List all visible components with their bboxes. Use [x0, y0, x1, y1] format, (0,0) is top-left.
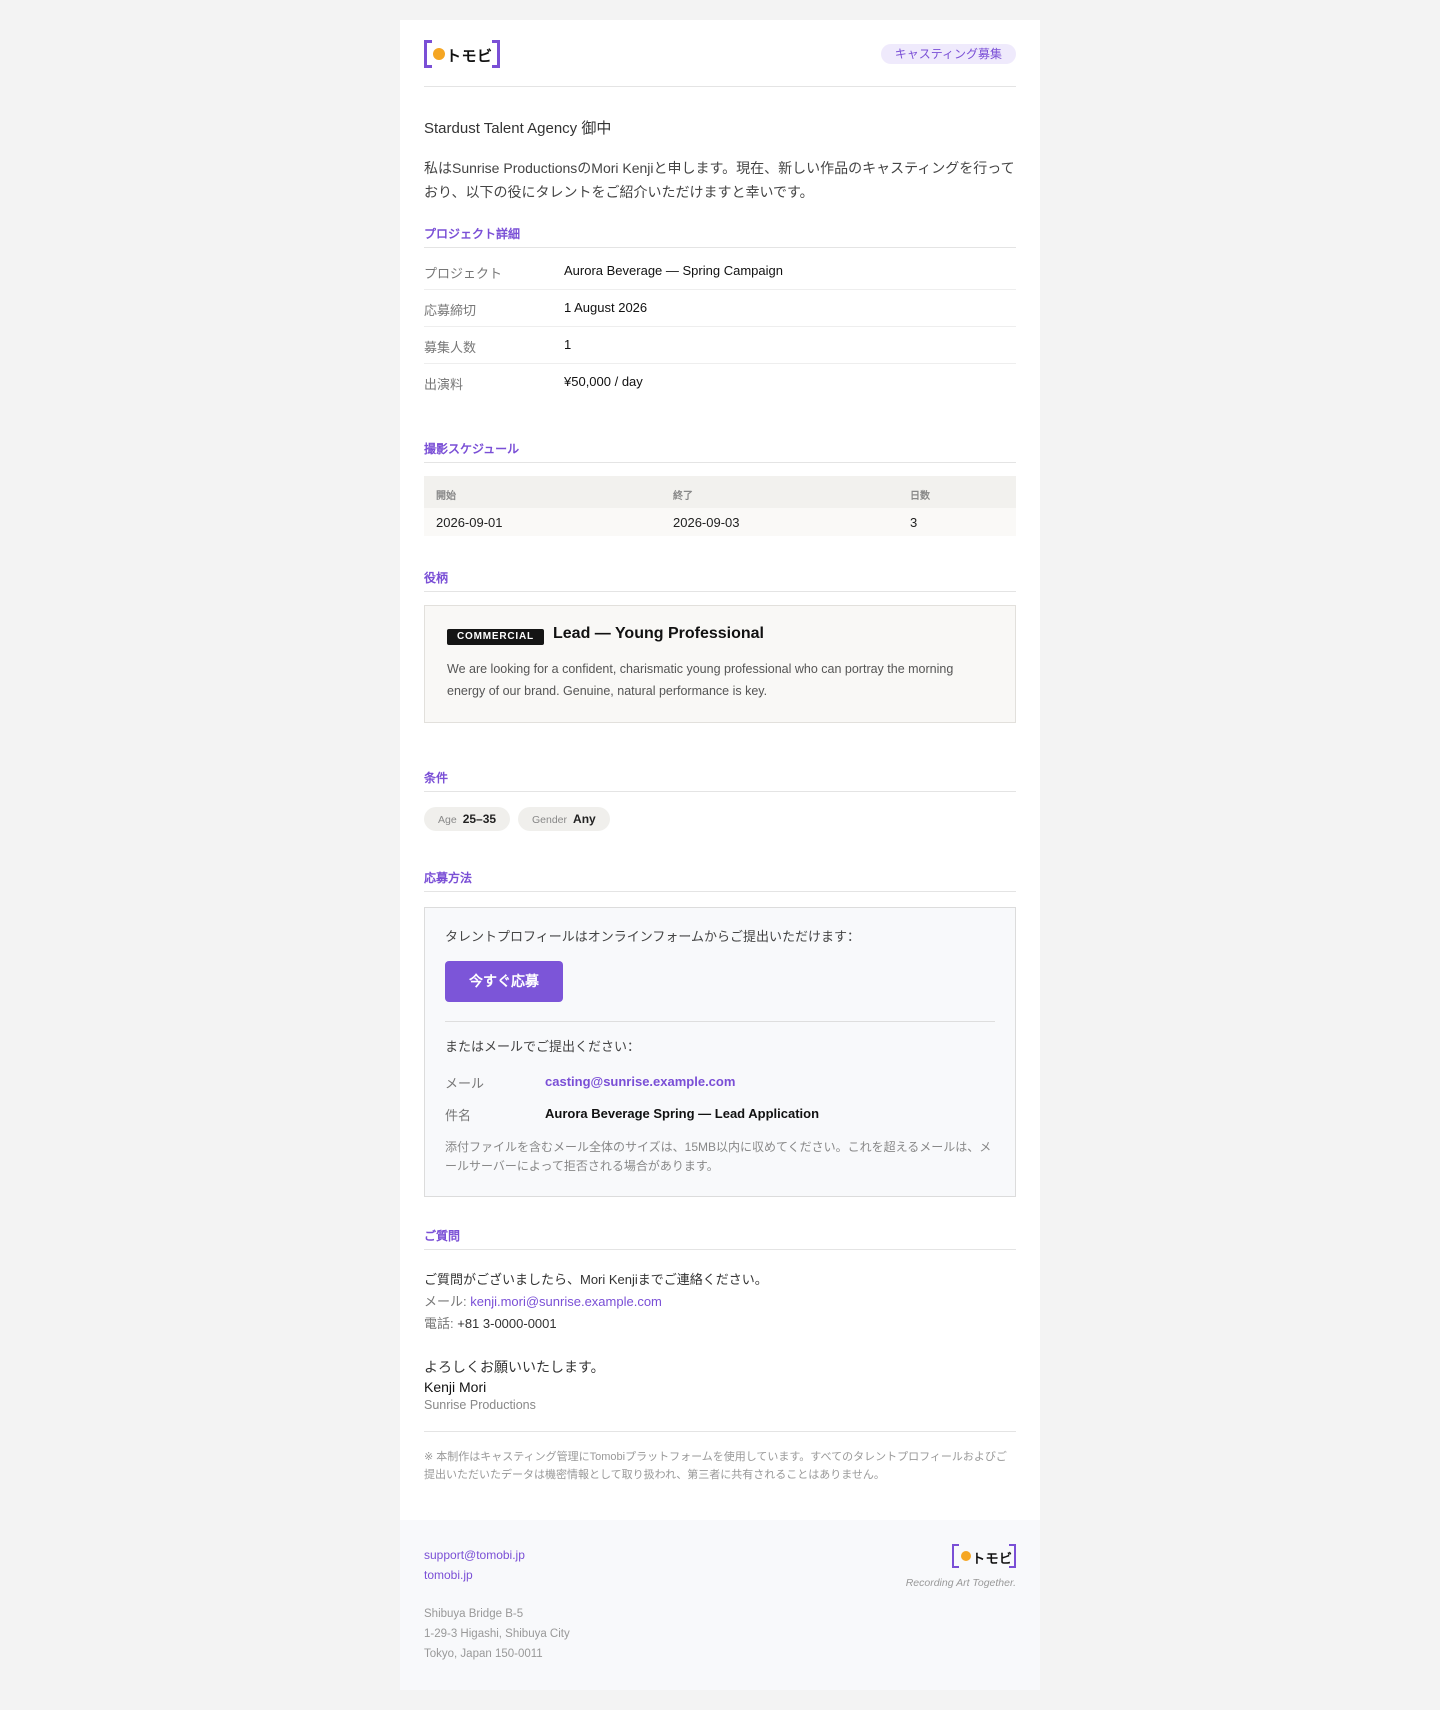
schedule-header-days: 日数	[910, 491, 930, 502]
headcount-label: 募集人数	[424, 340, 477, 355]
gender-chip: Gender Any	[518, 807, 610, 831]
logo-bracket-left	[952, 1544, 959, 1568]
logo-bracket-right	[492, 40, 500, 68]
section-title-schedule: 撮影スケジュール	[424, 442, 520, 456]
deadline-row: 応募締切 1 August 2026	[424, 290, 1016, 327]
apply-email-intro: またはメールでご提出ください：	[445, 1039, 641, 1054]
role-title: Lead — Young Professional	[553, 625, 764, 642]
schedule-table: 開始 終了 日数 2026-09-01 2026-09-03 3	[424, 476, 1016, 536]
casting-badge: キャスティング募集	[880, 44, 1016, 64]
schedule-header-start: 開始	[436, 491, 456, 502]
disclaimer-divider	[424, 1431, 1016, 1432]
section-divider	[424, 462, 1016, 463]
role-card: COMMERCIAL Lead — Young Professional We …	[424, 605, 1016, 723]
project-label: プロジェクト	[424, 266, 503, 281]
project-value: Aurora Beverage — Spring Campaign	[564, 263, 783, 278]
schedule-days: 3	[910, 515, 918, 530]
apply-box: タレントプロフィールはオンラインフォームからご提出いただけます： 今すぐ応募 ま…	[424, 907, 1016, 1197]
section-title-conditions: 条件	[424, 771, 449, 785]
schedule-end-date: 2026-09-03	[673, 515, 740, 530]
footer-tagline: Recording Art Together.	[905, 1577, 1016, 1589]
deadline-label: 応募締切	[424, 303, 477, 318]
deadline-value: 1 August 2026	[564, 300, 648, 315]
address-line-3: Tokyo, Japan 150-0011	[424, 1648, 543, 1660]
intro-text: 私はSunrise ProductionsのMori Kenjiと申します。現在…	[424, 160, 1015, 200]
tomobi-logo: トモビ	[424, 40, 500, 68]
footer-logo-text: トモビ	[972, 1551, 1013, 1566]
apply-email-link[interactable]: casting@sunrise.example.com	[545, 1074, 735, 1089]
contact-email-link[interactable]: kenji.mori@sunrise.example.com	[470, 1294, 662, 1309]
greeting: Stardust Talent Agency 御中	[424, 120, 612, 137]
headcount-row: 募集人数 1	[424, 327, 1016, 364]
contact-email-line: メール: kenji.mori@sunrise.example.com	[424, 1291, 662, 1310]
address-line-1: Shibuya Bridge B-5	[424, 1608, 524, 1620]
footer-tomobi-logo: トモビ	[952, 1544, 1016, 1568]
logo-dot-icon	[433, 48, 445, 60]
contact-email-label: メール:	[424, 1294, 471, 1309]
schedule-header-row: 開始 終了 日数	[424, 476, 1016, 508]
schedule-header-end: 終了	[673, 491, 693, 502]
attachment-size-note: 添付ファイルを含むメール全体のサイズは、15MB以内に収めてください。これを超え…	[445, 1140, 992, 1173]
gender-value: Any	[573, 812, 596, 826]
fee-value: ¥50,000 / day	[564, 374, 643, 389]
section-title-apply: 応募方法	[424, 871, 473, 885]
contact-phone-line: 電話: +81 3-0000-0001	[424, 1313, 557, 1332]
disclaimer-text: ※ 本制作はキャスティング管理にTomobiプラットフォームを使用しています。す…	[424, 1451, 1007, 1481]
apply-online-text: タレントプロフィールはオンラインフォームからご提出いただけます：	[445, 929, 860, 944]
fee-row: 出演料 ¥50,000 / day	[424, 364, 1016, 401]
logo-bracket-left	[424, 40, 432, 68]
section-divider	[424, 1249, 1016, 1250]
sender-name: Kenji Mori	[424, 1379, 487, 1395]
project-row: プロジェクト Aurora Beverage — Spring Campaign	[424, 253, 1016, 290]
contact-phone-label: 電話:	[424, 1316, 458, 1331]
website-link[interactable]: tomobi.jp	[424, 1568, 473, 1582]
section-divider	[424, 891, 1016, 892]
closing-text: よろしくお願いいたします。	[424, 1359, 605, 1375]
age-chip: Age 25–35	[424, 807, 511, 831]
section-divider	[424, 247, 1016, 248]
fee-label: 出演料	[424, 377, 464, 392]
email-card: トモビ キャスティング募集 Stardust Talent Agency 御中 …	[400, 20, 1040, 1690]
apply-divider	[445, 1021, 995, 1022]
headcount-value: 1	[564, 337, 572, 352]
address-line-2: 1-29-3 Higashi, Shibuya City	[424, 1628, 570, 1640]
questions-text: ご質問がございましたら、Mori Kenjiまでご連絡ください。	[424, 1272, 768, 1287]
logo-bracket-right	[1009, 1544, 1016, 1568]
apply-subject-value: Aurora Beverage Spring — Lead Applicatio…	[545, 1106, 820, 1121]
age-label: Age	[438, 814, 457, 826]
section-divider	[424, 791, 1016, 792]
header-divider	[424, 86, 1016, 87]
apply-subject-label: 件名	[445, 1108, 472, 1123]
gender-label: Gender	[532, 814, 568, 826]
support-email-link[interactable]: support@tomobi.jp	[424, 1548, 525, 1562]
logo-text: トモビ	[446, 48, 493, 65]
schedule-start-date: 2026-09-01	[436, 515, 503, 530]
section-divider	[424, 591, 1016, 592]
apply-email-label: メール	[445, 1076, 485, 1091]
section-title-project: プロジェクト詳細	[424, 227, 521, 241]
logo-dot-icon	[961, 1551, 971, 1561]
apply-now-button[interactable]: 今すぐ応募	[445, 961, 563, 1002]
role-description: We are looking for a confident, charisma…	[447, 662, 954, 698]
footer: support@tomobi.jp tomobi.jp Shibuya Brid…	[400, 1520, 1040, 1690]
section-title-questions: ご質問	[424, 1229, 461, 1243]
role-category-tag: COMMERCIAL	[447, 629, 544, 645]
age-value: 25–35	[462, 812, 497, 826]
table-row: 2026-09-01 2026-09-03 3	[424, 508, 1016, 536]
contact-phone-value: +81 3-0000-0001	[457, 1316, 557, 1331]
sender-company: Sunrise Productions	[424, 1398, 536, 1412]
section-title-role: 役柄	[424, 571, 449, 585]
